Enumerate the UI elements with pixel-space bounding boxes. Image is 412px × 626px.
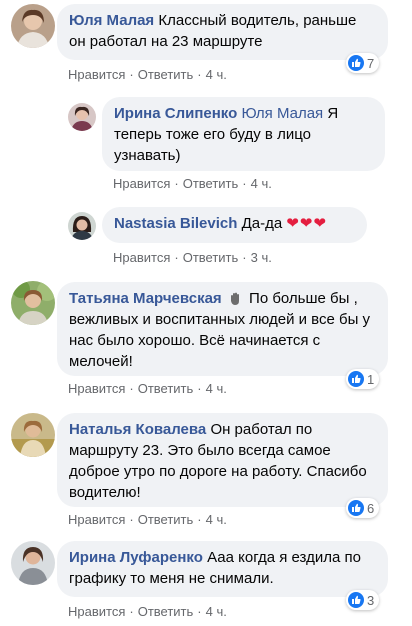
comment-actions: Нравится · Ответить · 4 ч. <box>68 66 227 82</box>
comment-actions: Нравится · Ответить · 3 ч. <box>113 249 272 265</box>
timestamp[interactable]: 4 ч. <box>206 512 227 527</box>
comment-bubble: Ирина Слипенко Юля Малая Я теперь тоже е… <box>102 97 385 171</box>
reaction-summary[interactable]: 3 <box>346 590 380 610</box>
comment-bubble: Татьяна Марчевская По больше бы , вежлив… <box>57 282 388 376</box>
waving-hand-icon <box>230 292 239 306</box>
heart-emoji-icon: ❤❤❤ <box>286 215 328 232</box>
like-button[interactable]: Нравится <box>68 67 125 82</box>
like-reaction-icon <box>348 55 364 71</box>
comment-actions: Нравится · Ответить · 4 ч. <box>113 175 272 191</box>
comment-actions: Нравится · Ответить · 4 ч. <box>68 511 227 527</box>
comment-author[interactable]: Nastasia Bilevich <box>114 215 237 232</box>
comment-author[interactable]: Татьяна Марчевская <box>69 290 222 307</box>
avatar[interactable] <box>68 212 96 240</box>
reaction-count: 7 <box>367 55 375 71</box>
comment-bubble: Ирина Луфаренко Ааа когда я ездила по гр… <box>57 541 388 597</box>
comment-text: Да-да <box>241 215 283 232</box>
avatar[interactable] <box>11 541 55 585</box>
timestamp[interactable]: 4 ч. <box>206 604 227 619</box>
like-button[interactable]: Нравится <box>113 250 170 265</box>
timestamp[interactable]: 4 ч. <box>251 176 272 191</box>
reply-button[interactable]: Ответить <box>138 67 194 82</box>
reaction-summary[interactable]: 1 <box>346 369 380 389</box>
like-button[interactable]: Нравится <box>68 381 125 396</box>
reply-button[interactable]: Ответить <box>138 604 194 619</box>
avatar[interactable] <box>11 281 55 325</box>
like-reaction-icon <box>348 371 364 387</box>
like-button[interactable]: Нравится <box>113 176 170 191</box>
comment-actions: Нравится · Ответить · 4 ч. <box>68 603 227 619</box>
reply-button[interactable]: Ответить <box>138 512 194 527</box>
timestamp[interactable]: 4 ч. <box>206 67 227 82</box>
comment-actions: Нравится · Ответить · 4 ч. <box>68 380 227 396</box>
reply-button[interactable]: Ответить <box>138 381 194 396</box>
reaction-count: 3 <box>367 592 375 608</box>
comment-author[interactable]: Юля Малая <box>69 12 154 29</box>
reaction-summary[interactable]: 7 <box>346 53 380 73</box>
comment-author[interactable]: Ирина Луфаренко <box>69 549 203 566</box>
like-button[interactable]: Нравится <box>68 604 125 619</box>
comment-author[interactable]: Ирина Слипенко <box>114 105 237 122</box>
comment-bubble: Юля Малая Классный водитель, раньше он р… <box>57 4 388 60</box>
like-button[interactable]: Нравится <box>68 512 125 527</box>
comment-bubble: Наталья Ковалева Он работал по маршруту … <box>57 413 388 507</box>
timestamp[interactable]: 4 ч. <box>206 381 227 396</box>
avatar[interactable] <box>11 4 55 48</box>
reaction-count: 6 <box>367 500 375 516</box>
like-reaction-icon <box>348 592 364 608</box>
reaction-count: 1 <box>367 371 375 387</box>
reply-button[interactable]: Ответить <box>183 176 239 191</box>
avatar[interactable] <box>11 413 55 457</box>
reaction-summary[interactable]: 6 <box>346 498 380 518</box>
timestamp[interactable]: 3 ч. <box>251 250 272 265</box>
comment-author[interactable]: Наталья Ковалева <box>69 421 206 438</box>
mention-link[interactable]: Юля Малая <box>241 105 323 122</box>
like-reaction-icon <box>348 500 364 516</box>
comment-bubble: Nastasia Bilevich Да-да ❤❤❤ <box>102 207 367 243</box>
avatar[interactable] <box>68 103 96 131</box>
reply-button[interactable]: Ответить <box>183 250 239 265</box>
